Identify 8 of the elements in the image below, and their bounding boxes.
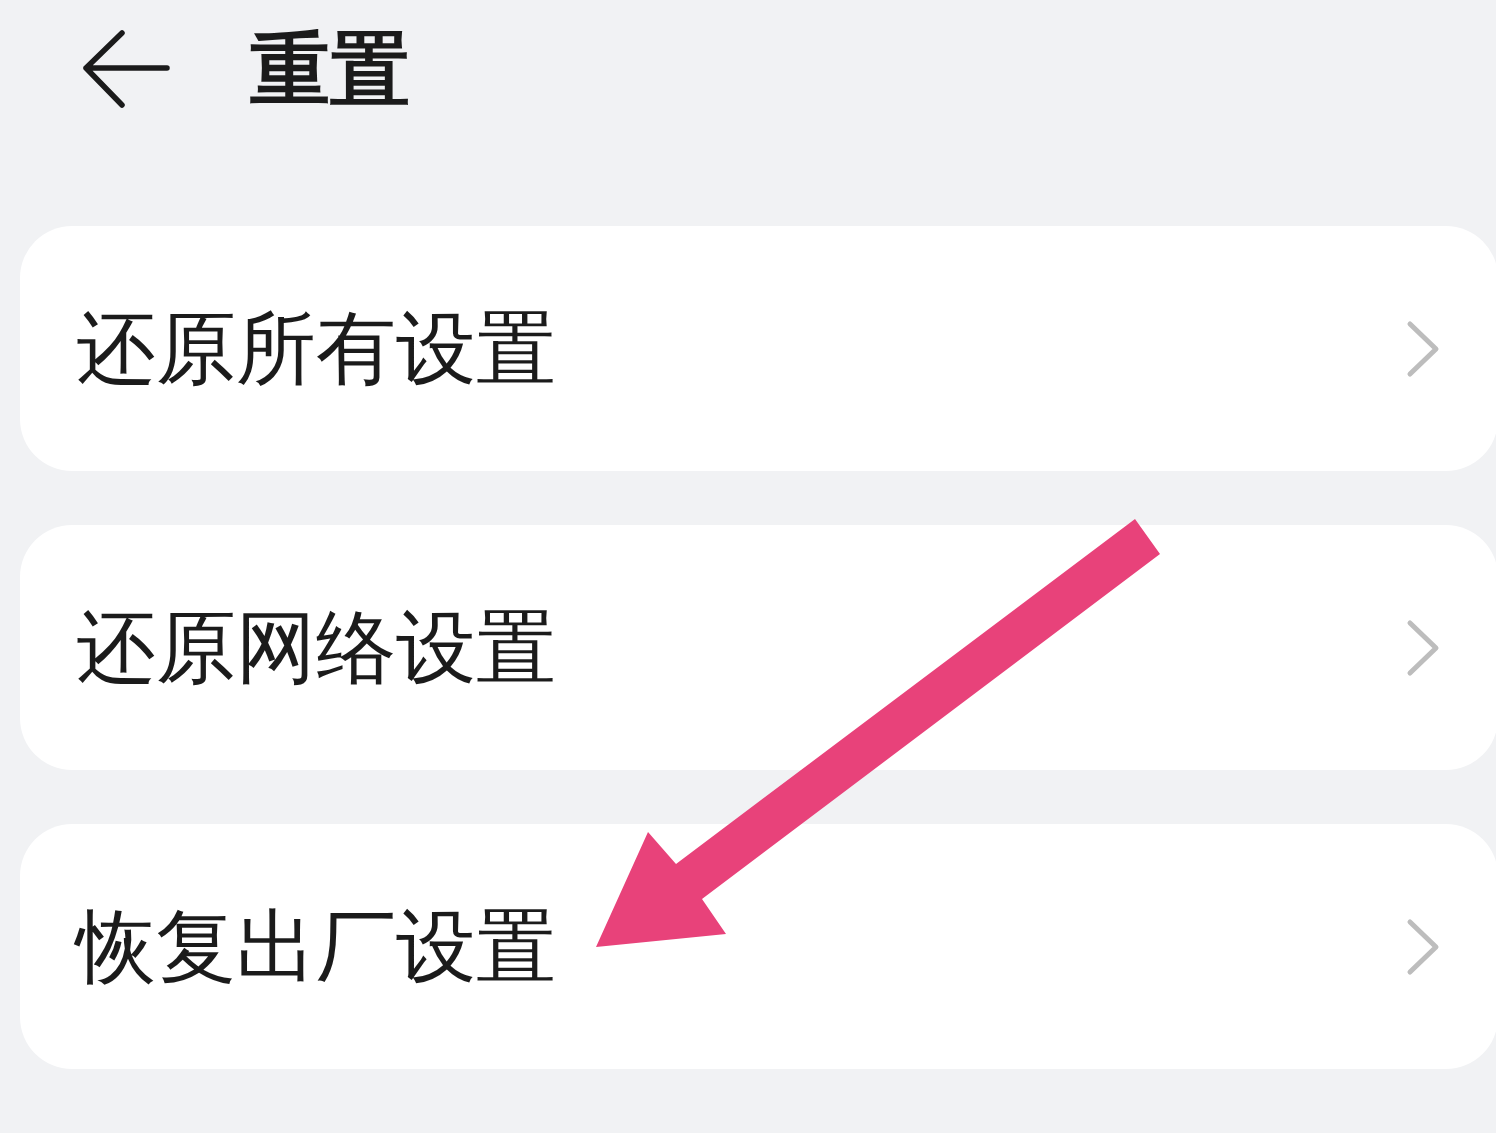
chevron-right-icon [1406, 618, 1440, 677]
settings-item[interactable]: 还原所有设置 [20, 226, 1496, 471]
chevron-right-icon [1406, 917, 1440, 976]
settings-item[interactable]: 还原网络设置 [20, 525, 1496, 770]
back-icon[interactable] [82, 30, 170, 110]
settings-item[interactable]: 恢复出厂设置 [20, 824, 1496, 1069]
page-title: 重置 [250, 30, 410, 110]
chevron-right-icon [1406, 319, 1440, 378]
